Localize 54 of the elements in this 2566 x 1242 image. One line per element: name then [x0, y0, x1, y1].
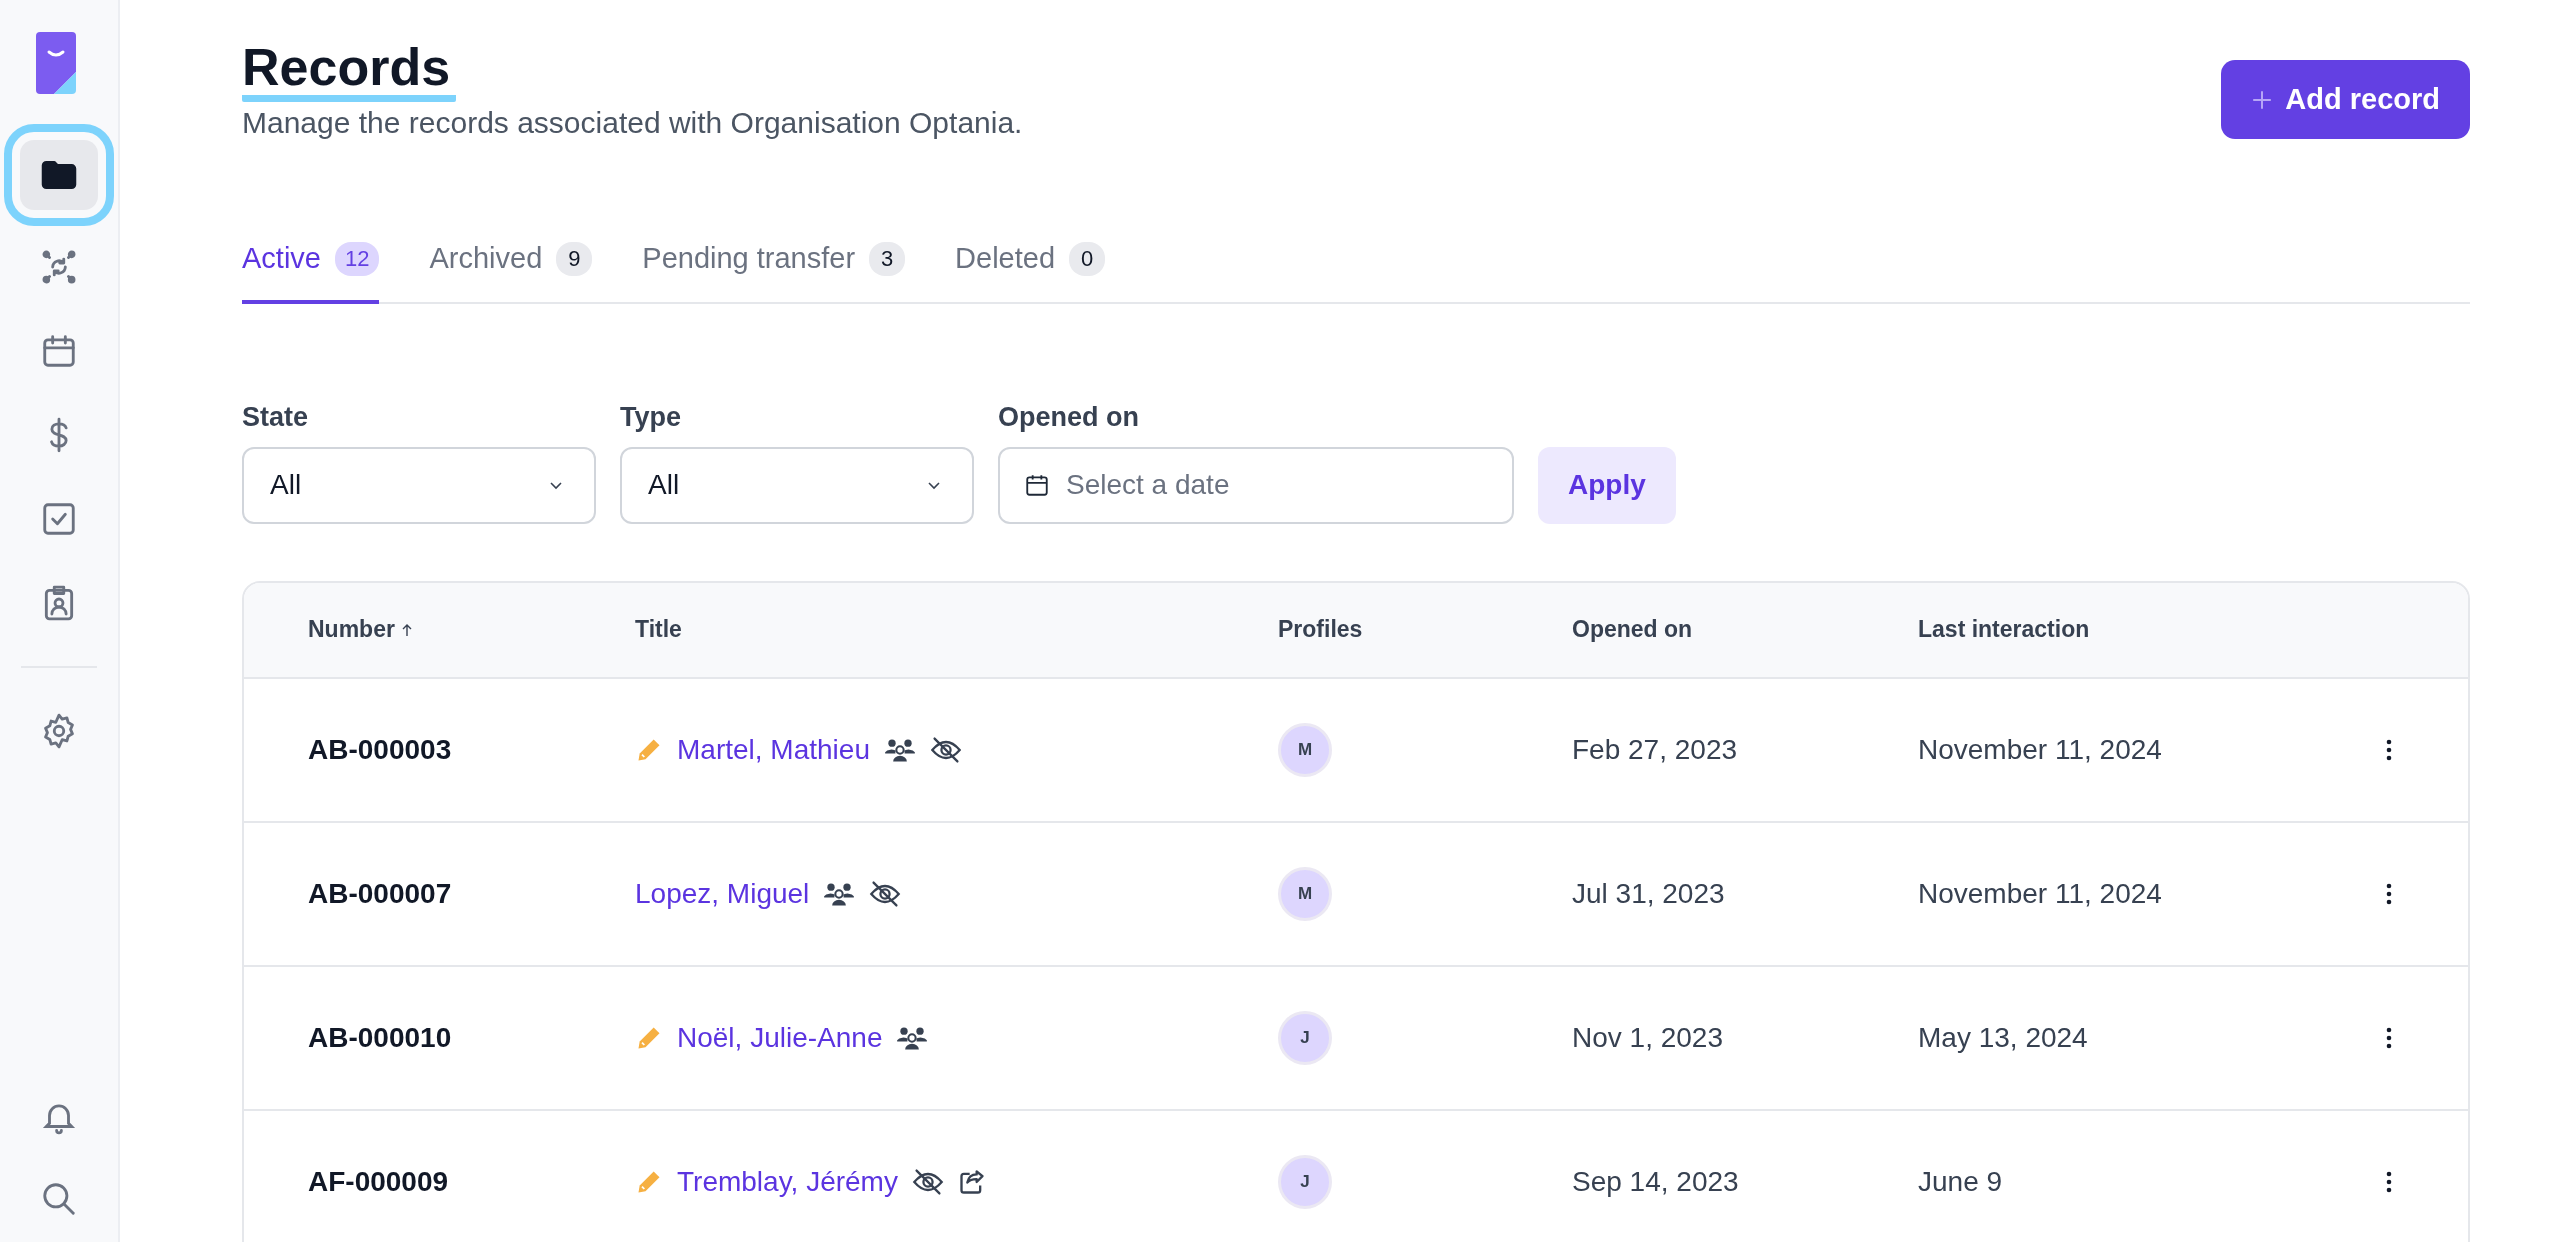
- record-number: AB-000007: [308, 877, 453, 910]
- filter-label: Opened on: [998, 401, 1140, 433]
- filter-label: State: [242, 401, 310, 433]
- more-vertical-icon: [2386, 882, 2392, 905]
- tab[interactable]: Pending transfer 3: [642, 241, 906, 304]
- column-header[interactable]: Title: [635, 616, 1278, 644]
- column-header[interactable]: Last interaction: [1918, 616, 2378, 644]
- tab[interactable]: Deleted 0: [955, 241, 1106, 304]
- tab[interactable]: Archived 9: [429, 241, 593, 304]
- opened-date: Jul 31, 2023: [1572, 877, 1726, 910]
- page-subtitle: Manage the records associated with Organisation Optania.: [242, 105, 1023, 140]
- avatar: M: [1278, 722, 1332, 777]
- record-title-link[interactable]: Lopez, Miguel: [635, 877, 810, 910]
- sync-icon: [40, 248, 78, 286]
- tab[interactable]: Active 12: [242, 241, 380, 304]
- filter-label: Type: [620, 401, 682, 433]
- opened-date: Sep 14, 2023: [1572, 1165, 1740, 1198]
- record-title-link[interactable]: Noël, Julie-Anne: [677, 1021, 883, 1054]
- logo-icon: [36, 32, 76, 94]
- avatar: M: [1278, 866, 1332, 921]
- record-title-link[interactable]: Martel, Mathieu: [677, 733, 870, 766]
- page-title: Records: [242, 40, 457, 102]
- plus-icon: [2251, 88, 2274, 111]
- count-badge: 12: [335, 241, 380, 276]
- calendar-icon: [40, 332, 78, 370]
- date-field[interactable]: Select a date: [998, 446, 1514, 524]
- opened-date: Nov 1, 2023: [1572, 1021, 1724, 1054]
- column-header[interactable]: Profiles: [1278, 616, 1572, 644]
- last-interaction-date: June 9: [1918, 1165, 2004, 1198]
- dropdown[interactable]: All: [620, 446, 974, 524]
- avatar: J: [1278, 1154, 1332, 1209]
- more-vertical-icon: [2386, 1026, 2392, 1049]
- opened-date: Feb 27, 2023: [1572, 733, 1739, 766]
- checkbox-icon: [40, 500, 78, 538]
- last-interaction-date: November 11, 2024: [1918, 877, 2163, 910]
- dropdown[interactable]: All: [242, 446, 596, 524]
- apply-button[interactable]: Apply: [1538, 446, 1676, 524]
- record-number: AF-000009: [308, 1165, 450, 1198]
- record-number: AB-000010: [308, 1021, 453, 1054]
- search-icon: [40, 1180, 78, 1218]
- record-title-link[interactable]: Tremblay, Jérémy: [677, 1165, 898, 1198]
- more-vertical-icon: [2386, 738, 2392, 761]
- add-record-button[interactable]: Add record: [2221, 60, 2470, 139]
- column-header[interactable]: Number: [308, 616, 635, 644]
- count-badge: 3: [869, 241, 906, 276]
- count-badge: 9: [556, 241, 593, 276]
- more-vertical-icon: [2386, 1170, 2392, 1193]
- count-badge: 0: [1069, 241, 1106, 276]
- calendar-icon: [1024, 472, 1050, 499]
- last-interaction-date: May 13, 2024: [1918, 1021, 2089, 1054]
- avatar: J: [1278, 1010, 1332, 1065]
- last-interaction-date: November 11, 2024: [1918, 733, 2163, 766]
- column-header[interactable]: Opened on: [1572, 616, 1918, 644]
- record-number: AB-000003: [308, 733, 453, 766]
